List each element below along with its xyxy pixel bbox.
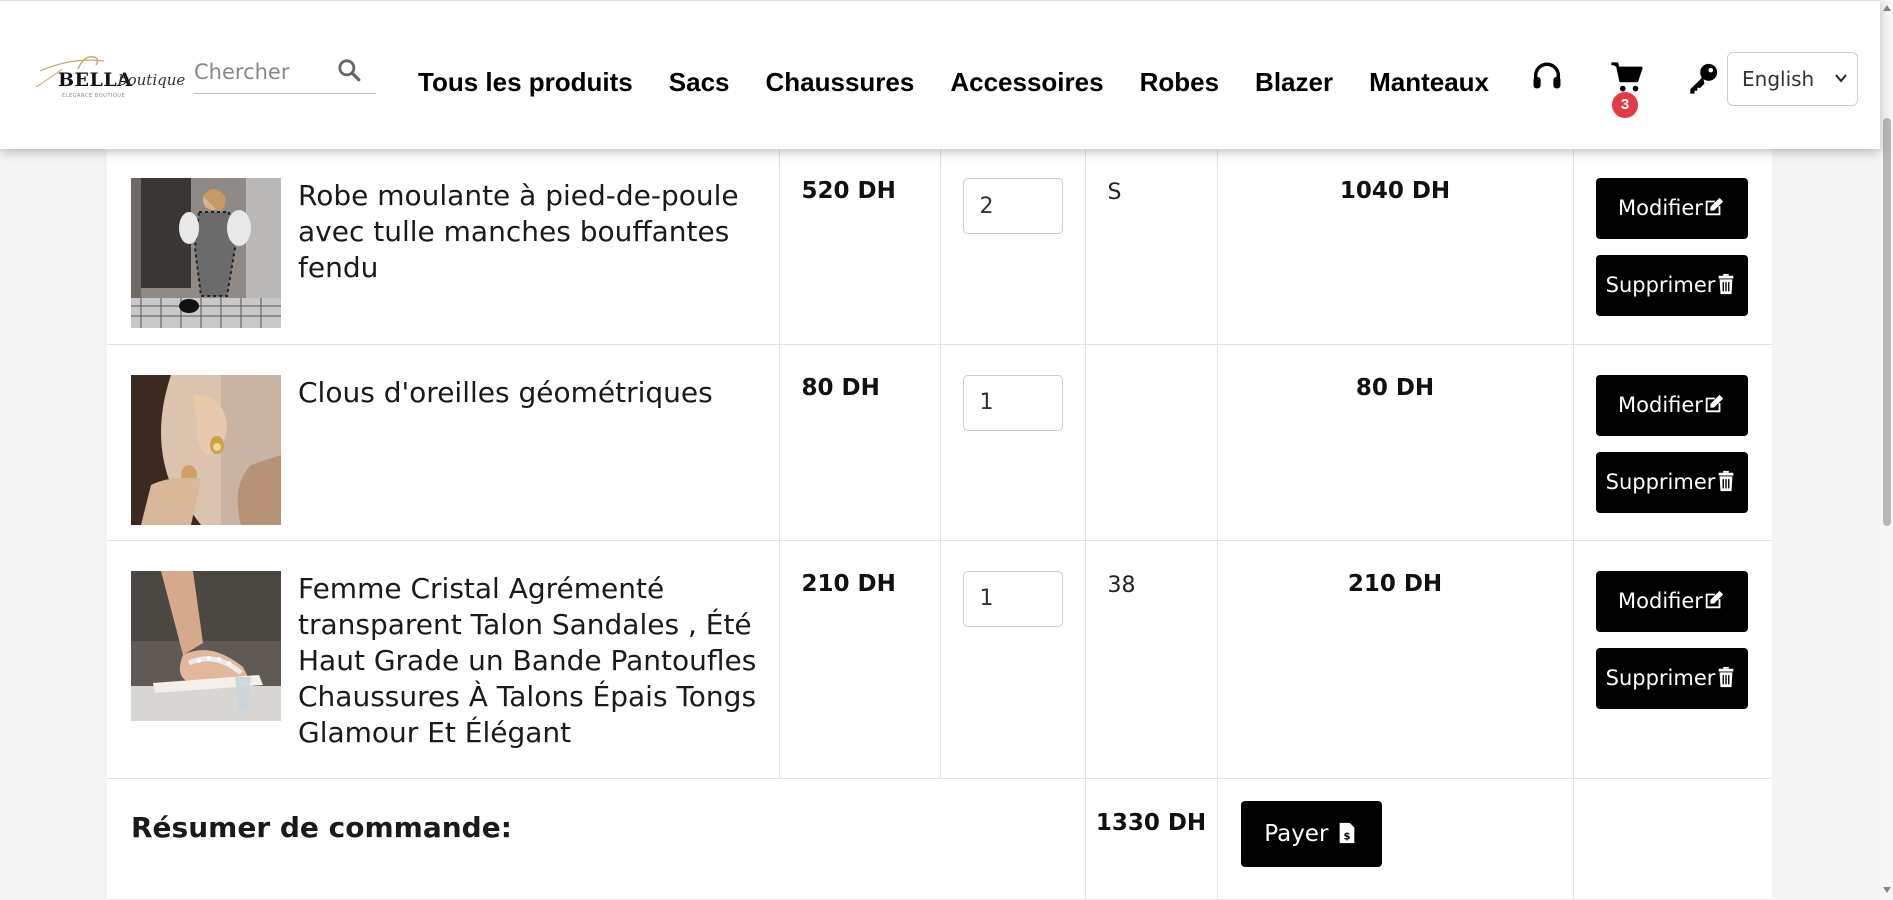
search-icon[interactable] (336, 57, 362, 83)
line-total: 80 DH (1217, 344, 1574, 541)
svg-text:$: $ (1343, 831, 1350, 842)
pay-button-label: Payer (1264, 820, 1329, 847)
table-row: Femme Cristal Agrémenté transparent Talo… (107, 540, 1772, 779)
quantity-cell (940, 344, 1086, 541)
edit-button-label: Modifier (1618, 196, 1703, 220)
line-total: 210 DH (1217, 540, 1574, 779)
delete-button-label: Supprimer (1605, 665, 1716, 690)
nav-sacs[interactable]: Sacs (669, 67, 730, 98)
product-name[interactable]: Robe moulante à pied-de-poule avec tulle… (298, 178, 768, 286)
product-image[interactable] (131, 374, 281, 525)
cart-table: Robe moulante à pied-de-poule avec tulle… (107, 148, 1772, 900)
nav-manteaux[interactable]: Manteaux (1369, 67, 1489, 98)
delete-button[interactable]: Supprimer (1595, 647, 1748, 709)
quantity-input[interactable] (962, 570, 1063, 627)
actions-cell: Modifier Supprimer (1573, 148, 1772, 345)
unit-price: 210 DH (779, 540, 941, 779)
delete-button[interactable]: Supprimer (1595, 255, 1748, 316)
summary-row: Résumer de commande: 1330 DH Payer $ (107, 778, 1772, 900)
cart-icon[interactable] (1610, 61, 1644, 95)
size-value: S (1085, 148, 1218, 345)
key-icon[interactable] (1686, 61, 1720, 95)
product-cell: Robe moulante à pied-de-poule avec tulle… (107, 148, 780, 345)
nav-chaussures[interactable]: Chaussures (766, 67, 915, 98)
order-total: 1330 DH (1085, 778, 1218, 900)
order-summary-label: Résumer de commande: (107, 778, 1086, 900)
cart-count-badge: 3 (1612, 92, 1638, 118)
search-input[interactable] (194, 55, 334, 89)
pay-button[interactable]: Payer $ (1240, 800, 1382, 867)
bella-boutique-logo[interactable]: BELLA boutique ELEGANCE BOUTIQUE (32, 47, 185, 103)
invoice-icon: $ (1339, 822, 1355, 843)
main-nav: Tous les produits Sacs Chaussures Accessoir… (418, 67, 1525, 98)
scroll-down-arrow-icon[interactable] (1883, 886, 1891, 894)
product-image[interactable] (131, 570, 281, 721)
product-image[interactable] (131, 178, 281, 328)
table-row: Robe moulante à pied-de-poule avec tulle… (107, 148, 1772, 345)
product-cell: Femme Cristal Agrémenté transparent Talo… (107, 540, 780, 779)
nav-tous-les-produits[interactable]: Tous les produits (418, 67, 633, 98)
delete-button-label: Supprimer (1605, 273, 1716, 297)
actions-cell: Modifier Supprimer (1573, 344, 1772, 541)
trash-icon (1719, 273, 1734, 295)
size-value: 38 (1085, 540, 1218, 779)
scroll-thumb[interactable] (1883, 118, 1891, 526)
quantity-cell (940, 540, 1086, 779)
logo-script: boutique (118, 71, 186, 89)
line-total: 1040 DH (1217, 148, 1574, 345)
edit-button[interactable]: Modifier (1595, 374, 1748, 436)
delete-button-label: Supprimer (1605, 469, 1716, 494)
edit-button-label: Modifier (1618, 392, 1703, 417)
unit-price: 80 DH (779, 344, 941, 541)
product-name[interactable]: Femme Cristal Agrémenté transparent Talo… (298, 571, 768, 751)
edit-button-label: Modifier (1618, 588, 1703, 613)
navbar: BELLA boutique ELEGANCE BOUTIQUE Tous le… (0, 0, 1880, 149)
quantity-input[interactable] (962, 178, 1063, 234)
trash-icon (1719, 666, 1734, 687)
pay-cell: Payer $ (1217, 778, 1574, 900)
empty-cell (1573, 778, 1772, 900)
actions-cell: Modifier Supprimer (1573, 540, 1772, 779)
edit-button[interactable]: Modifier (1595, 178, 1748, 239)
scroll-up-arrow-icon[interactable] (1883, 4, 1891, 12)
quantity-cell (940, 148, 1086, 345)
trash-icon (1719, 470, 1734, 491)
product-cell: Clous d'oreilles géométriques (107, 344, 780, 541)
edit-icon (1705, 590, 1724, 608)
headset-icon[interactable] (1530, 60, 1564, 94)
search-box (194, 55, 376, 94)
quantity-input[interactable] (962, 374, 1063, 431)
nav-accessoires[interactable]: Accessoires (950, 67, 1103, 98)
nav-robes[interactable]: Robes (1140, 67, 1219, 98)
logo-subtitle: ELEGANCE BOUTIQUE (62, 93, 126, 99)
table-row: Clous d'oreilles géométriques 80 DH 80 D… (107, 344, 1772, 541)
language-select[interactable]: English (1727, 52, 1858, 106)
edit-button[interactable]: Modifier (1595, 570, 1748, 632)
size-value (1085, 344, 1218, 541)
vertical-scrollbar[interactable] (1880, 0, 1893, 900)
unit-price: 520 DH (779, 148, 941, 345)
product-name[interactable]: Clous d'oreilles géométriques (298, 375, 768, 411)
edit-icon (1705, 394, 1724, 412)
edit-icon (1705, 197, 1724, 216)
delete-button[interactable]: Supprimer (1595, 451, 1748, 513)
nav-blazer[interactable]: Blazer (1255, 67, 1333, 98)
